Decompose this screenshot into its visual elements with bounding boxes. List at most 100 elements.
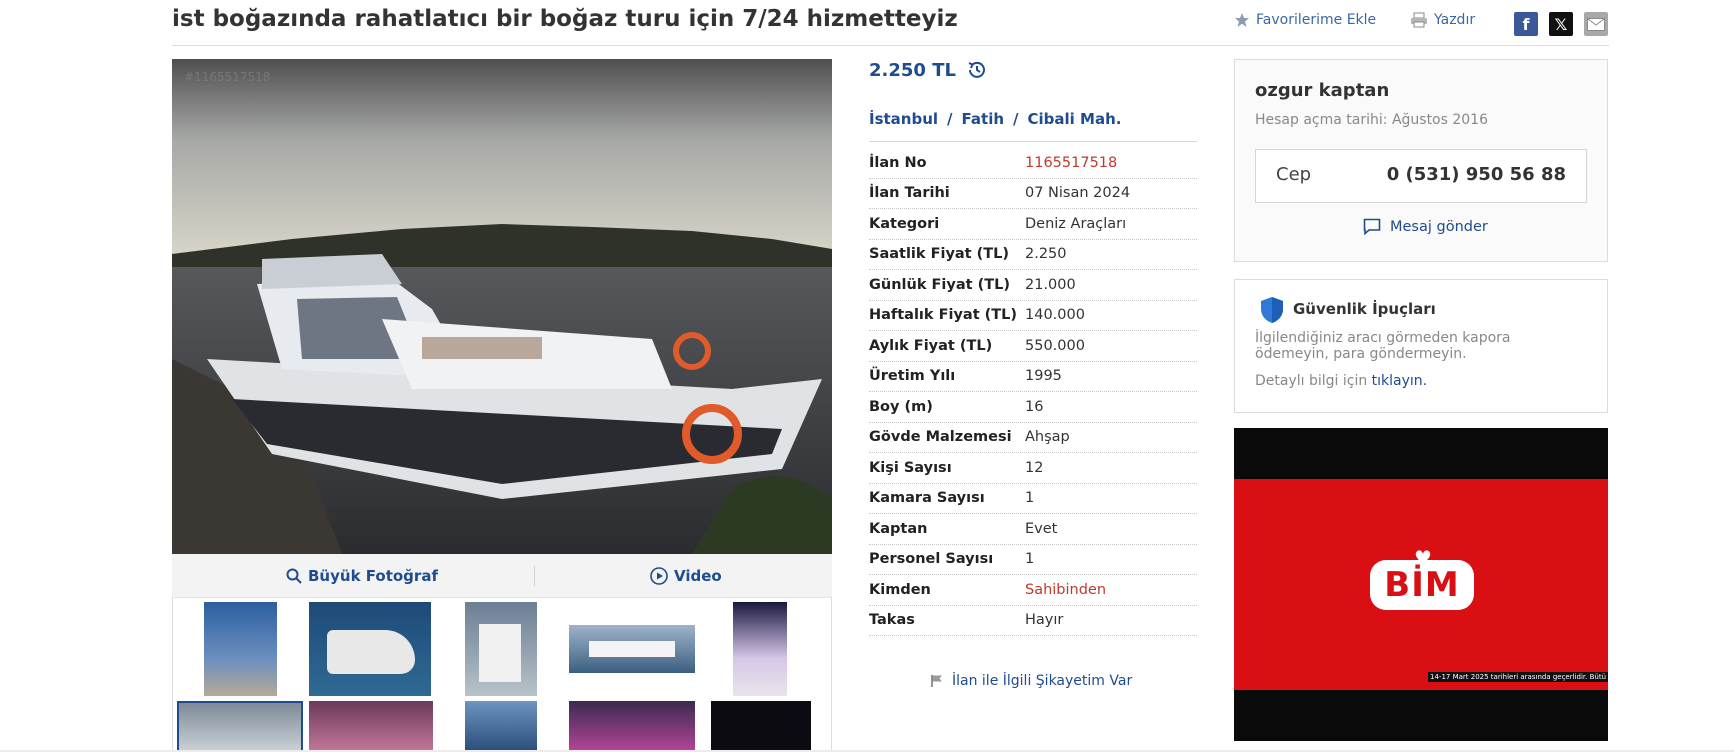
thumbnail-selected[interactable] (177, 701, 303, 752)
thumbnail-strip (172, 598, 832, 752)
thumbnail[interactable] (569, 625, 695, 673)
page-title: ist boğazında rahatlatıcı bir boğaz turu… (172, 6, 958, 32)
detail-key: Kaptan (869, 520, 928, 537)
detail-row: Kimden Sahibinden (869, 575, 1197, 606)
breadcrumb-separator: / (1013, 110, 1019, 128)
detail-row: Aylık Fiyat (TL) 550.000 (869, 331, 1197, 362)
heart-icon: ♥ (1414, 546, 1432, 570)
x-share-icon[interactable]: 𝕏 (1549, 12, 1573, 36)
detail-key: Saatlik Fiyat (TL) (869, 246, 1010, 263)
detail-key: İlan Tarihi (869, 185, 950, 202)
breadcrumb: İstanbul / Fatih / Cibali Mah. (869, 110, 1121, 128)
photo-actions-bar: Büyük Fotoğraf Video (172, 554, 832, 598)
big-photo-label: Büyük Fotoğraf (308, 566, 438, 585)
print-button[interactable]: Yazdır (1410, 12, 1475, 28)
big-photo-button[interactable]: Büyük Fotoğraf (286, 554, 438, 597)
detail-value: Deniz Araçları (1025, 215, 1127, 232)
send-message-label: Mesaj gönder (1390, 218, 1488, 235)
detail-row: Boy (m) 16 (869, 392, 1197, 423)
detail-value: 1 (1025, 490, 1035, 507)
breadcrumb-district[interactable]: Fatih (962, 110, 1004, 128)
safety-more-link[interactable]: tıklayın. (1372, 373, 1427, 389)
safety-tips-title: Güvenlik İpuçları (1293, 300, 1436, 318)
detail-row: Kişi Sayısı 12 (869, 453, 1197, 484)
breadcrumb-separator: / (947, 110, 953, 128)
thumbnail[interactable] (309, 701, 433, 752)
details-divider (869, 141, 1197, 142)
video-label: Video (674, 566, 722, 585)
star-icon (1235, 13, 1249, 27)
detail-row: Kaptan Evet (869, 514, 1197, 545)
price-history-icon[interactable] (966, 59, 988, 81)
details-table: İlan No 1165517518 İlan Tarihi 07 Nisan 20… (869, 148, 1197, 636)
detail-value: 1995 (1025, 368, 1062, 385)
thumbnail[interactable] (733, 602, 787, 696)
report-listing-link[interactable]: İlan ile İlgili Şikayetim Var (930, 673, 1132, 689)
email-share-icon[interactable] (1584, 12, 1608, 36)
seller-name[interactable]: ozgur kaptan (1255, 80, 1389, 101)
detail-value: 2.250 (1025, 246, 1067, 263)
detail-key: İlan No (869, 154, 927, 171)
detail-row: Gövde Malzemesi Ahşap (869, 423, 1197, 453)
ad-fineprint: 14-17 Mart 2025 tarihleri arasında geçer… (1428, 672, 1608, 682)
detail-key: Kamara Sayısı (869, 490, 985, 507)
add-favorite-button[interactable]: Favorilerime Ekle (1234, 12, 1376, 28)
detail-value: 16 (1025, 398, 1044, 415)
detail-row: İlan No 1165517518 (869, 148, 1197, 179)
breadcrumb-city[interactable]: İstanbul (869, 110, 938, 128)
shield-icon (1261, 297, 1283, 323)
photo-watermark-id: #1165517518 (184, 70, 270, 84)
detail-row: İlan Tarihi 07 Nisan 2024 (869, 179, 1197, 209)
account-created-date: Hesap açma tarihi: Ağustos 2016 (1255, 112, 1488, 128)
detail-key: Üretim Yılı (869, 368, 956, 385)
play-icon (650, 566, 668, 585)
detail-value: 12 (1025, 459, 1044, 476)
phone-label: Cep (1276, 164, 1312, 185)
video-button[interactable]: Video (650, 554, 722, 597)
detail-key: Takas (869, 612, 915, 629)
send-message-button[interactable]: Mesaj gönder (1363, 218, 1488, 235)
detail-row: Üretim Yılı 1995 (869, 362, 1197, 392)
detail-key: Kimden (869, 581, 931, 598)
breadcrumb-neighborhood[interactable]: Cibali Mah. (1028, 110, 1122, 128)
detail-key: Kişi Sayısı (869, 459, 952, 476)
report-listing-label: İlan ile İlgili Şikayetim Var (952, 673, 1133, 689)
printer-icon (1411, 12, 1427, 28)
detail-row: Haftalık Fiyat (TL) 140.000 (869, 301, 1197, 331)
thumbnail[interactable] (204, 602, 277, 696)
print-label: Yazdır (1434, 12, 1476, 28)
detail-value: Ahşap (1025, 429, 1070, 446)
safety-more-prefix: Detaylı bilgi için (1255, 373, 1368, 389)
thumbnail[interactable] (465, 602, 537, 696)
phone-box[interactable]: Cep 0 (531) 950 56 88 (1255, 149, 1587, 203)
thumbnail[interactable] (711, 701, 811, 752)
detail-value: 140.000 (1025, 307, 1085, 324)
flag-icon (931, 675, 942, 687)
advertisement-banner[interactable]: BİM ♥ 14-17 Mart 2025 tarihleri arasında… (1234, 428, 1608, 741)
seller-box: ozgur kaptan Hesap açma tarihi: Ağustos … (1234, 59, 1608, 262)
phone-number: 0 (531) 950 56 88 (1386, 164, 1566, 185)
detail-key: Kategori (869, 215, 940, 232)
thumbnail[interactable] (309, 602, 431, 696)
add-favorite-label: Favorilerime Ekle (1256, 12, 1377, 28)
detail-row: Kamara Sayısı 1 (869, 484, 1197, 514)
detail-value: Evet (1025, 520, 1058, 537)
facebook-share-icon[interactable]: f (1514, 12, 1538, 36)
detail-key: Haftalık Fiyat (TL) (869, 307, 1018, 324)
detail-value: 21.000 (1025, 276, 1076, 293)
detail-value: 550.000 (1025, 337, 1085, 354)
safety-tips-box: Güvenlik İpuçları İlgilendiğiniz aracı g… (1234, 279, 1608, 413)
thumbnail[interactable] (569, 701, 695, 752)
detail-key: Personel Sayısı (869, 551, 994, 568)
detail-key: Gövde Malzemesi (869, 429, 1012, 446)
main-photo[interactable]: #1165517518 (172, 59, 832, 554)
seller-type: Sahibinden (1025, 581, 1107, 598)
detail-key: Boy (m) (869, 398, 933, 415)
detail-row: Günlük Fiyat (TL) 21.000 (869, 270, 1197, 301)
safety-more-info: Detaylı bilgi için tıklayın. (1255, 373, 1427, 389)
detail-row: Takas Hayır (869, 606, 1197, 636)
header-divider (172, 45, 1609, 46)
detail-value: Hayır (1025, 612, 1064, 629)
magnifier-icon (286, 568, 302, 584)
thumbnail[interactable] (465, 701, 537, 752)
